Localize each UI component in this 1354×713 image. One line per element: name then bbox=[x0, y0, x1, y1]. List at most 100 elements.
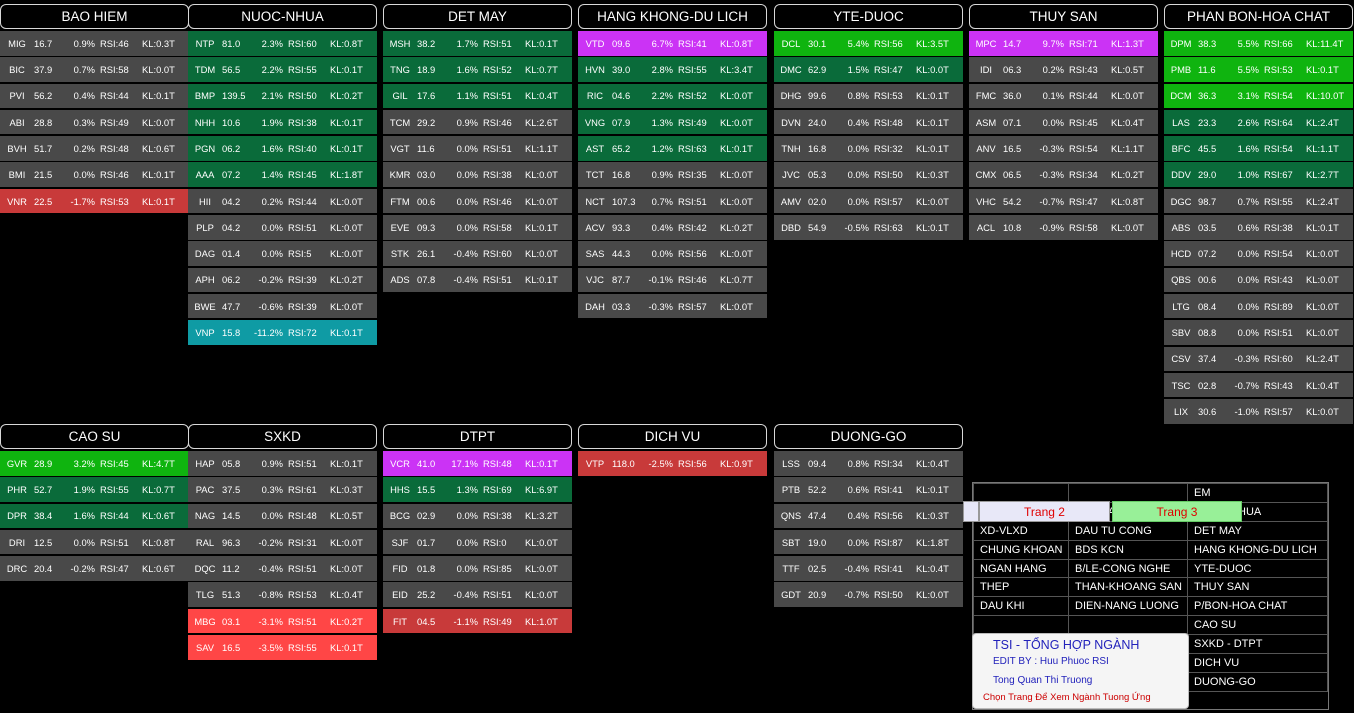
info-overview[interactable]: Tong Quan Thi Truong bbox=[993, 675, 1092, 686]
stock-row[interactable]: EID 25.2 -0.4% RSI:51 KL:0.0T bbox=[383, 582, 572, 607]
stock-row[interactable]: FMC 36.0 0.1% RSI:44 KL:0.0T bbox=[969, 83, 1158, 109]
sector-title[interactable]: THUY SAN bbox=[969, 4, 1158, 29]
stock-row[interactable]: DVN 24.0 0.4% RSI:48 KL:0.1T bbox=[774, 109, 963, 135]
stock-row[interactable]: LAS 23.3 2.6% RSI:64 KL:2.4T bbox=[1164, 109, 1353, 135]
stock-row[interactable]: DGC 98.7 0.7% RSI:55 KL:2.4T bbox=[1164, 188, 1353, 214]
sector-title[interactable]: DICH VU bbox=[578, 424, 767, 449]
stock-row[interactable]: NCT 107.3 0.7% RSI:51 KL:0.0T bbox=[578, 188, 767, 214]
stock-row[interactable]: NTP 81.0 2.3% RSI:60 KL:0.8T bbox=[188, 31, 377, 56]
sector-title[interactable]: BAO HIEM bbox=[0, 4, 189, 29]
stock-row[interactable]: TLG 51.3 -0.8% RSI:53 KL:0.4T bbox=[188, 582, 377, 607]
stock-row[interactable]: QNS 47.4 0.4% RSI:56 KL:0.3T bbox=[774, 503, 963, 529]
stock-row[interactable]: IDI 06.3 0.2% RSI:43 KL:0.5T bbox=[969, 57, 1158, 82]
menu-cell[interactable]: SXKD - DTPT bbox=[1187, 634, 1328, 655]
menu-cell[interactable]: DIEN-NANG LUONG bbox=[1068, 596, 1188, 617]
stock-row[interactable]: FIT 04.5 -1.1% RSI:49 KL:1.0T bbox=[383, 608, 572, 634]
sector-title[interactable]: HANG KHONG-DU LICH bbox=[578, 4, 767, 29]
menu-cell[interactable]: DET MAY bbox=[1187, 520, 1328, 541]
stock-row[interactable]: VNG 07.9 1.3% RSI:49 KL:0.0T bbox=[578, 109, 767, 135]
stock-row[interactable]: EVE 09.3 0.0% RSI:58 KL:0.1T bbox=[383, 215, 572, 240]
stock-row[interactable]: MSH 38.2 1.7% RSI:51 KL:0.1T bbox=[383, 31, 572, 56]
stock-row[interactable]: AST 65.2 1.2% RSI:63 KL:0.1T bbox=[578, 136, 767, 161]
stock-row[interactable]: KMR 03.0 0.0% RSI:38 KL:0.0T bbox=[383, 162, 572, 187]
info-box[interactable]: TSI - TỔNG HỢP NGÀNH EDIT BY : Huu Phuoc… bbox=[972, 633, 1189, 709]
stock-row[interactable]: GVR 28.9 3.2% RSI:45 KL:4.7T bbox=[0, 451, 189, 476]
menu-cell[interactable]: XD-VLXD bbox=[973, 520, 1069, 541]
menu-cell[interactable]: B/LE-CONG NGHE bbox=[1068, 558, 1188, 579]
stock-row[interactable]: DRI 12.5 0.0% RSI:51 KL:0.8T bbox=[0, 529, 189, 555]
menu-cell[interactable]: CAO SU bbox=[1187, 615, 1328, 636]
stock-row[interactable]: RIC 04.6 2.2% RSI:52 KL:0.0T bbox=[578, 83, 767, 109]
menu-cell[interactable]: DUONG-GO bbox=[1187, 671, 1328, 692]
sector-title[interactable]: YTE-DUOC bbox=[774, 4, 963, 29]
stock-row[interactable]: ABI 28.8 0.3% RSI:49 KL:0.0T bbox=[0, 109, 189, 135]
stock-row[interactable]: TTF 02.5 -0.4% RSI:41 KL:0.4T bbox=[774, 556, 963, 581]
stock-row[interactable]: CSV 37.4 -0.3% RSI:60 KL:2.4T bbox=[1164, 346, 1353, 372]
stock-row[interactable]: FTM 00.6 0.0% RSI:46 KL:0.0T bbox=[383, 188, 572, 214]
stock-row[interactable]: GDT 20.9 -0.7% RSI:50 KL:0.0T bbox=[774, 582, 963, 607]
stock-row[interactable]: NHH 10.6 1.9% RSI:38 KL:0.1T bbox=[188, 109, 377, 135]
stock-row[interactable]: VHC 54.2 -0.7% RSI:47 KL:0.8T bbox=[969, 188, 1158, 214]
stock-row[interactable]: HAP 05.8 0.9% RSI:51 KL:0.1T bbox=[188, 451, 377, 476]
stock-row[interactable]: SBT 19.0 0.0% RSI:87 KL:1.8T bbox=[774, 529, 963, 555]
stock-row[interactable]: APH 06.2 -0.2% RSI:39 KL:0.2T bbox=[188, 267, 377, 293]
stock-row[interactable]: DPM 38.3 5.5% RSI:66 KL:11.4T bbox=[1164, 31, 1353, 56]
stock-row[interactable]: VCR 41.0 17.1% RSI:48 KL:0.1T bbox=[383, 451, 572, 476]
stock-row[interactable]: RAL 96.3 -0.2% RSI:31 KL:0.0T bbox=[188, 529, 377, 555]
menu-cell[interactable]: DAU TU CONG bbox=[1068, 520, 1188, 541]
stock-row[interactable]: ANV 16.5 -0.3% RSI:54 KL:1.1T bbox=[969, 136, 1158, 161]
menu-cell[interactable]: THAN-KHOANG SAN bbox=[1068, 577, 1188, 598]
stock-row[interactable]: DAG 01.4 0.0% RSI:5 KL:0.0T bbox=[188, 241, 377, 266]
menu-cell[interactable]: BDS KCN bbox=[1068, 539, 1188, 560]
stock-row[interactable]: CMX 06.5 -0.3% RSI:34 KL:0.2T bbox=[969, 162, 1158, 187]
stock-row[interactable]: HHS 15.5 1.3% RSI:69 KL:6.9T bbox=[383, 477, 572, 502]
stock-row[interactable]: LTG 08.4 0.0% RSI:89 KL:0.0T bbox=[1164, 293, 1353, 319]
menu-cell[interactable]: NGAN HANG bbox=[973, 558, 1069, 579]
stock-row[interactable]: TCT 16.8 0.9% RSI:35 KL:0.0T bbox=[578, 162, 767, 187]
stock-row[interactable]: VJC 87.7 -0.1% RSI:46 KL:0.7T bbox=[578, 267, 767, 293]
stock-row[interactable]: ABS 03.5 0.6% RSI:38 KL:0.1T bbox=[1164, 215, 1353, 240]
stock-row[interactable]: SAS 44.3 0.0% RSI:56 KL:0.0T bbox=[578, 241, 767, 266]
stock-row[interactable]: QBS 00.6 0.0% RSI:43 KL:0.0T bbox=[1164, 267, 1353, 293]
stock-row[interactable]: VTP 118.0 -2.5% RSI:56 KL:0.9T bbox=[578, 451, 767, 476]
menu-cell[interactable]: DAU KHI bbox=[973, 596, 1069, 617]
stock-row[interactable]: DCL 30.1 5.4% RSI:56 KL:3.5T bbox=[774, 31, 963, 56]
stock-row[interactable]: SBV 08.8 0.0% RSI:51 KL:0.0T bbox=[1164, 320, 1353, 345]
stock-row[interactable]: MBG 03.1 -3.1% RSI:51 KL:0.2T bbox=[188, 608, 377, 634]
menu-cell[interactable]: EM bbox=[1187, 483, 1328, 503]
stock-row[interactable]: HVN 39.0 2.8% RSI:55 KL:3.4T bbox=[578, 57, 767, 82]
stock-row[interactable]: TNH 16.8 0.0% RSI:32 KL:0.1T bbox=[774, 136, 963, 161]
sector-title[interactable]: NUOC-NHUA bbox=[188, 4, 377, 29]
stock-row[interactable]: VNR 22.5 -1.7% RSI:53 KL:0.1T bbox=[0, 188, 189, 214]
stock-row[interactable]: HCD 07.2 0.0% RSI:54 KL:0.0T bbox=[1164, 241, 1353, 266]
stock-row[interactable]: BFC 45.5 1.6% RSI:54 KL:1.1T bbox=[1164, 136, 1353, 161]
stock-row[interactable]: AMV 02.0 0.0% RSI:57 KL:0.0T bbox=[774, 188, 963, 214]
sector-title[interactable]: DTPT bbox=[383, 424, 572, 449]
stock-row[interactable]: VGT 11.6 0.0% RSI:51 KL:1.1T bbox=[383, 136, 572, 161]
page-button-left-edge[interactable] bbox=[963, 501, 979, 522]
menu-cell[interactable]: DICH VU bbox=[1187, 653, 1328, 673]
stock-row[interactable]: JVC 05.3 0.0% RSI:50 KL:0.3T bbox=[774, 162, 963, 187]
stock-row[interactable]: PHR 52.7 1.9% RSI:55 KL:0.7T bbox=[0, 477, 189, 502]
stock-row[interactable]: GIL 17.6 1.1% RSI:51 KL:0.4T bbox=[383, 83, 572, 109]
stock-row[interactable]: DHG 99.6 0.8% RSI:53 KL:0.1T bbox=[774, 83, 963, 109]
stock-row[interactable]: DPR 38.4 1.6% RSI:44 KL:0.6T bbox=[0, 503, 189, 529]
stock-row[interactable]: BCG 02.9 0.0% RSI:38 KL:3.2T bbox=[383, 503, 572, 529]
stock-row[interactable]: TCM 29.2 0.9% RSI:46 KL:2.6T bbox=[383, 109, 572, 135]
menu-cell[interactable]: HANG KHONG-DU LICH bbox=[1187, 539, 1328, 560]
stock-row[interactable]: LIX 30.6 -1.0% RSI:57 KL:0.0T bbox=[1164, 399, 1353, 424]
stock-row[interactable]: DDV 29.0 1.0% RSI:67 KL:2.7T bbox=[1164, 162, 1353, 187]
stock-row[interactable]: VTD 09.6 6.7% RSI:41 KL:0.8T bbox=[578, 31, 767, 56]
stock-row[interactable]: DCM 36.3 3.1% RSI:54 KL:10.0T bbox=[1164, 83, 1353, 109]
stock-row[interactable]: TNG 18.9 1.6% RSI:52 KL:0.7T bbox=[383, 57, 572, 82]
stock-row[interactable]: VNP 15.8 -11.2% RSI:72 KL:0.1T bbox=[188, 320, 377, 345]
stock-row[interactable]: MIG 16.7 0.9% RSI:46 KL:0.3T bbox=[0, 31, 189, 56]
stock-row[interactable]: DRC 20.4 -0.2% RSI:47 KL:0.6T bbox=[0, 556, 189, 581]
sector-title[interactable]: SXKD bbox=[188, 424, 377, 449]
stock-row[interactable]: PGN 06.2 1.6% RSI:40 KL:0.1T bbox=[188, 136, 377, 161]
stock-row[interactable]: PAC 37.5 0.3% RSI:61 KL:0.3T bbox=[188, 477, 377, 502]
stock-row[interactable]: SAV 16.5 -3.5% RSI:55 KL:0.1T bbox=[188, 635, 377, 660]
menu-cell[interactable]: P/BON-HOA CHAT bbox=[1187, 596, 1328, 617]
stock-row[interactable]: PLP 04.2 0.0% RSI:51 KL:0.0T bbox=[188, 215, 377, 240]
stock-row[interactable]: BVH 51.7 0.2% RSI:48 KL:0.6T bbox=[0, 136, 189, 161]
